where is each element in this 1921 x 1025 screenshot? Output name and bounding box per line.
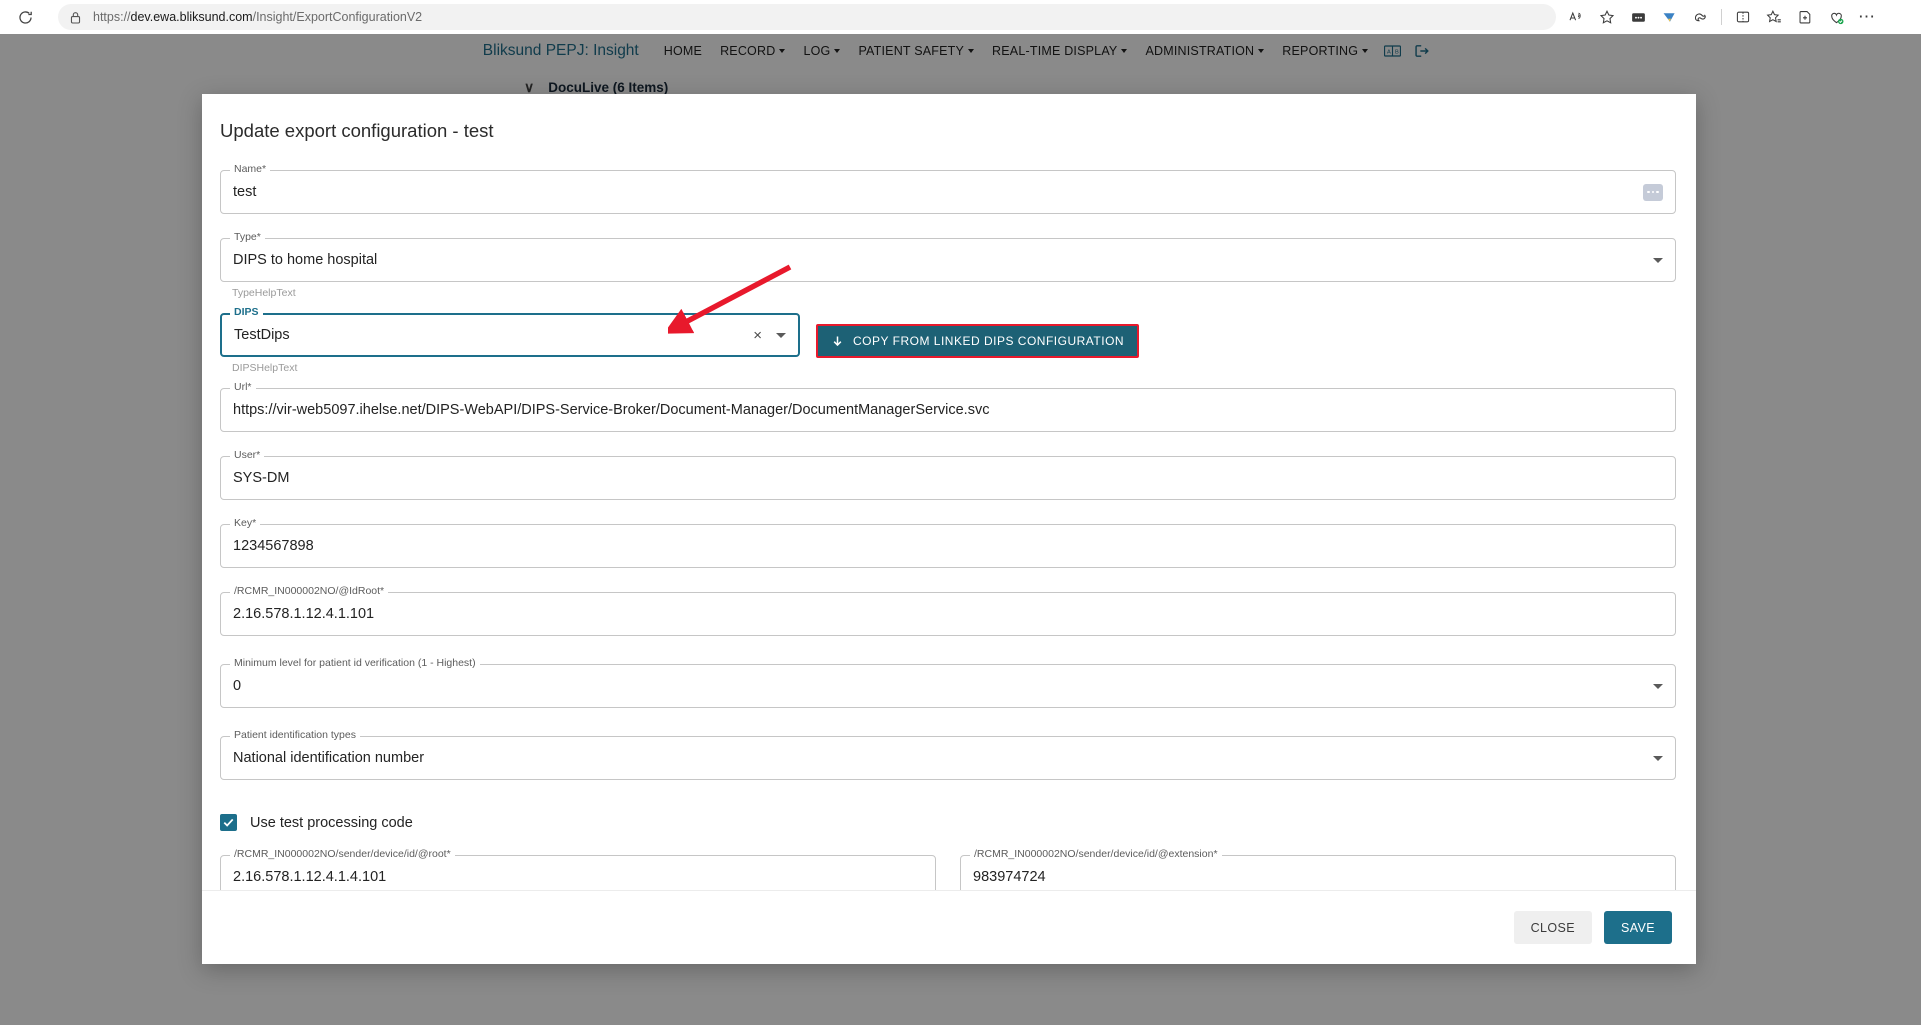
chevron-down-icon[interactable] [1653,257,1663,263]
copy-from-linked-dips-configuration-button[interactable]: COPY FROM LINKED DIPS CONFIGURATION [818,326,1138,356]
key-field-value: 1234567898 [233,538,314,554]
browser-essentials-icon[interactable] [1822,3,1850,31]
name-field-label: Name* [230,163,271,176]
wallet-icon[interactable] [1624,3,1652,31]
user-field[interactable]: User* SYS-DM [220,449,1676,500]
sender-root-field[interactable]: /RCMR_IN000002NO/sender/device/id/@root*… [220,848,936,890]
dialog-title: Update export configuration - test [220,120,494,141]
update-export-configuration-dialog: Update export configuration - test Name*… [202,94,1696,964]
chevron-down-icon[interactable] [776,332,786,338]
dips-row: DIPS TestDips × DIPSHelpText COPY FROM L… [220,299,1676,374]
sender-extension-label: /RCMR_IN000002NO/sender/device/id/@exten… [970,848,1222,861]
name-field-value: test [233,184,257,200]
url-field-value: https://vir-web5097.ihelse.net/DIPS-WebA… [233,402,990,418]
sender-root-label: /RCMR_IN000002NO/sender/device/id/@root* [230,848,455,861]
settings-more-icon[interactable]: ⋯ [1853,3,1881,31]
split-screen-icon[interactable] [1729,3,1757,31]
user-field-value: SYS-DM [233,470,290,486]
favorite-star-icon[interactable] [1593,3,1621,31]
dips-field-value: TestDips [234,327,290,343]
name-field-box[interactable]: test [220,170,1676,214]
dialog-body[interactable]: Name* test Type* DIPS to home hospital T… [202,146,1696,890]
idroot-field-box[interactable]: 2.16.578.1.12.4.1.101 [220,592,1676,636]
minimum-level-field-label: Minimum level for patient id verificatio… [230,657,480,670]
key-field-box[interactable]: 1234567898 [220,524,1676,568]
checkbox-label: Use test processing code [250,814,413,831]
type-field-label: Type* [230,231,265,244]
type-field[interactable]: Type* DIPS to home hospital [220,231,1676,282]
extension-blue-icon[interactable] [1655,3,1683,31]
lock-icon [70,11,81,24]
clear-icon[interactable]: × [747,328,768,343]
close-button[interactable]: CLOSE [1513,911,1592,944]
user-field-label: User* [230,449,265,462]
toolbar-divider [1721,9,1722,25]
type-field-box[interactable]: DIPS to home hospital [220,238,1676,282]
url-text: https://dev.ewa.bliksund.com/Insight/Exp… [93,10,423,24]
use-test-processing-code-checkbox[interactable]: Use test processing code [220,814,1676,831]
key-field[interactable]: Key* 1234567898 [220,517,1676,568]
patient-identification-types-value: National identification number [233,750,425,766]
download-arrow-icon [833,335,842,346]
add-favorite-icon[interactable] [1791,3,1819,31]
browser-toolbar-right: ⋯ [1562,3,1881,31]
dips-field[interactable]: DIPS TestDips × [220,306,800,357]
url-field-box[interactable]: https://vir-web5097.ihelse.net/DIPS-WebA… [220,388,1676,432]
browser-toolbar-left: https://dev.ewa.bliksund.com/Insight/Exp… [0,2,1556,32]
address-bar[interactable]: https://dev.ewa.bliksund.com/Insight/Exp… [58,4,1556,30]
chevron-down-icon[interactable] [1653,755,1663,761]
patient-identification-types-label: Patient identification types [230,729,360,742]
reload-icon[interactable] [10,2,40,32]
minimum-level-field-box[interactable]: 0 [220,664,1676,708]
save-button[interactable]: SAVE [1603,911,1672,944]
copy-button-label: COPY FROM LINKED DIPS CONFIGURATION [853,334,1125,348]
browser-toolbar: https://dev.ewa.bliksund.com/Insight/Exp… [0,0,1921,34]
autofill-icon[interactable] [1643,183,1663,201]
copilot-icon[interactable] [1686,3,1714,31]
minimum-level-field-value: 0 [233,678,242,694]
sender-root-value: 2.16.578.1.12.4.1.4.101 [233,869,387,885]
dips-field-box[interactable]: TestDips × [220,313,800,357]
chevron-down-icon[interactable] [1653,683,1663,689]
sender-id-row: /RCMR_IN000002NO/sender/device/id/@root*… [220,831,1676,890]
url-field-label: Url* [230,381,256,394]
type-help-text: TypeHelpText [232,287,296,299]
collections-icon[interactable] [1760,3,1788,31]
read-aloud-icon[interactable] [1562,3,1590,31]
sender-extension-value: 983974724 [973,869,1046,885]
idroot-field-label: /RCMR_IN000002NO/@IdRoot* [230,585,389,598]
name-field[interactable]: Name* test [220,163,1676,214]
key-field-label: Key* [230,517,261,530]
patient-identification-types-field[interactable]: Patient identification types National id… [220,729,1676,780]
sender-extension-field[interactable]: /RCMR_IN000002NO/sender/device/id/@exten… [960,848,1676,890]
dips-help-text: DIPSHelpText [232,362,298,374]
idroot-field-value: 2.16.578.1.12.4.1.101 [233,606,375,622]
dialog-footer: CLOSE SAVE [202,890,1696,964]
patient-identification-types-box[interactable]: National identification number [220,736,1676,780]
dips-field-label: DIPS [230,306,263,319]
user-field-box[interactable]: SYS-DM [220,456,1676,500]
idroot-field[interactable]: /RCMR_IN000002NO/@IdRoot* 2.16.578.1.12.… [220,585,1676,636]
type-field-value: DIPS to home hospital [233,252,378,268]
checkbox-checked-icon[interactable] [220,814,237,831]
url-field[interactable]: Url* https://vir-web5097.ihelse.net/DIPS… [220,381,1676,432]
copy-button-highlight: COPY FROM LINKED DIPS CONFIGURATION [816,324,1140,358]
minimum-level-field[interactable]: Minimum level for patient id verificatio… [220,657,1676,708]
